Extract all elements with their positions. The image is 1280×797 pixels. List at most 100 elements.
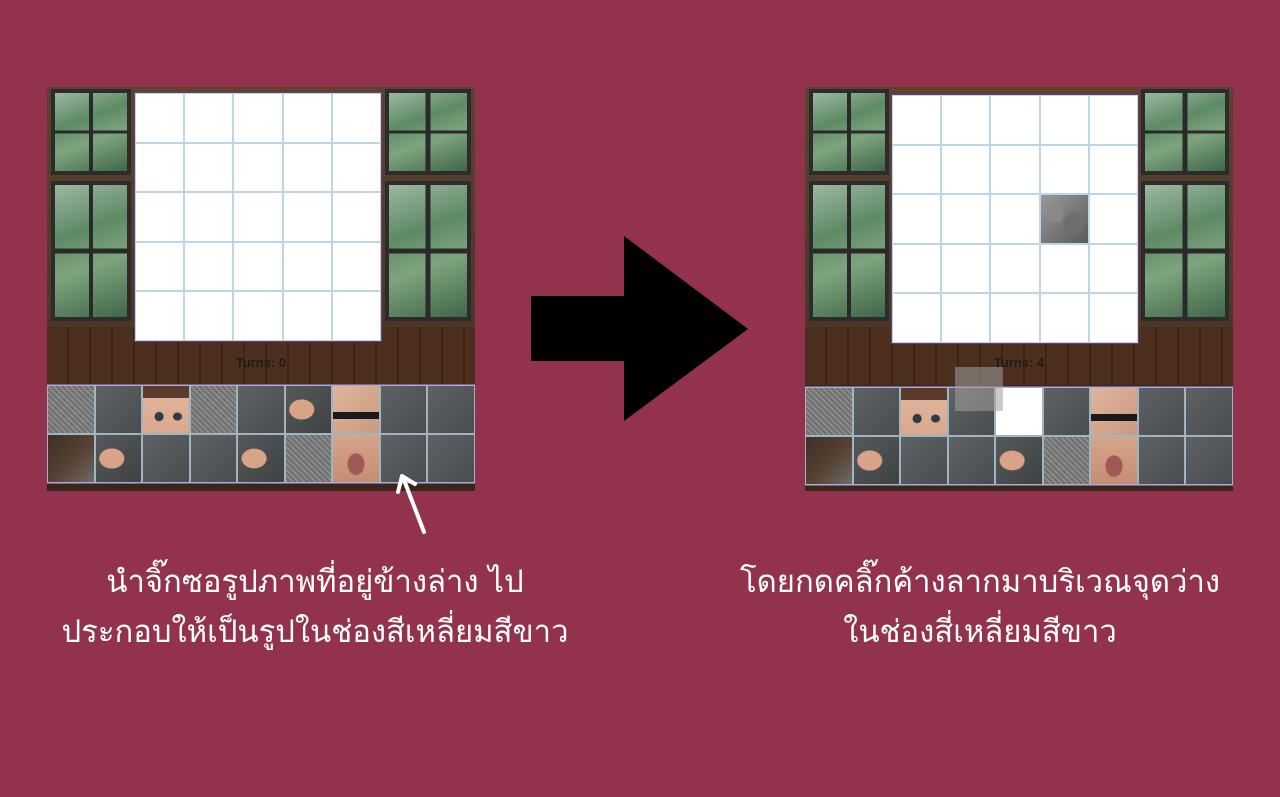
board-cell[interactable] bbox=[282, 93, 332, 143]
puzzle-piece[interactable] bbox=[189, 385, 238, 434]
puzzle-piece[interactable] bbox=[900, 387, 948, 436]
puzzle-piece[interactable] bbox=[47, 385, 95, 434]
board-cell[interactable] bbox=[892, 243, 942, 294]
puzzle-piece[interactable] bbox=[237, 385, 285, 434]
board-cell[interactable] bbox=[331, 241, 381, 292]
board-cell[interactable] bbox=[233, 192, 283, 242]
board-cell[interactable] bbox=[233, 142, 283, 193]
board-cell[interactable] bbox=[184, 241, 234, 292]
board-cell[interactable] bbox=[990, 144, 1040, 195]
caption-line: นำจิ๊กซอรูปภาพที่อยู่ข้างล่าง ไป bbox=[106, 564, 524, 600]
board-cell[interactable] bbox=[331, 93, 381, 143]
board-cell-filled[interactable] bbox=[1039, 194, 1089, 244]
board-cell[interactable] bbox=[990, 194, 1040, 244]
board-cell[interactable] bbox=[941, 194, 991, 244]
puzzle-piece[interactable] bbox=[94, 385, 143, 434]
puzzle-piece[interactable] bbox=[142, 434, 190, 483]
board-cell[interactable] bbox=[233, 93, 283, 143]
puzzle-board[interactable] bbox=[891, 94, 1139, 344]
puzzle-piece[interactable] bbox=[284, 385, 333, 434]
puzzle-piece[interactable] bbox=[1137, 387, 1186, 436]
puzzle-piece[interactable] bbox=[379, 385, 428, 434]
board-cell[interactable] bbox=[135, 241, 185, 292]
puzzle-piece[interactable] bbox=[805, 387, 853, 436]
puzzle-piece[interactable] bbox=[427, 385, 475, 434]
puzzle-piece[interactable] bbox=[189, 434, 238, 483]
puzzle-piece[interactable] bbox=[947, 436, 996, 485]
board-cell[interactable] bbox=[184, 192, 234, 242]
instruction-caption-right: โดยกดคลิ๊กค้างลากมาบริเวณจุดว่าง ในช่องส… bbox=[700, 558, 1260, 657]
board-cell[interactable] bbox=[233, 291, 283, 341]
board-cell[interactable] bbox=[135, 192, 185, 242]
puzzle-piece[interactable] bbox=[1042, 387, 1091, 436]
board-cell[interactable] bbox=[941, 243, 991, 294]
window-left-top bbox=[809, 89, 889, 175]
board-cell[interactable] bbox=[990, 243, 1040, 294]
board-cell[interactable] bbox=[941, 293, 991, 343]
puzzle-piece[interactable] bbox=[1185, 436, 1233, 485]
board-cell[interactable] bbox=[135, 142, 185, 193]
puzzle-piece[interactable] bbox=[805, 436, 853, 485]
board-cell[interactable] bbox=[184, 93, 234, 143]
board-cell[interactable] bbox=[331, 192, 381, 242]
board-cell[interactable] bbox=[941, 95, 991, 145]
puzzle-piece[interactable] bbox=[332, 434, 380, 483]
puzzle-piece[interactable] bbox=[1090, 387, 1138, 436]
board-cell[interactable] bbox=[1039, 144, 1089, 195]
window-left-bottom bbox=[51, 181, 131, 321]
board-cell[interactable] bbox=[184, 291, 234, 341]
board-cell[interactable] bbox=[282, 192, 332, 242]
puzzle-piece[interactable] bbox=[995, 436, 1043, 485]
puzzle-piece[interactable] bbox=[852, 436, 901, 485]
dragged-piece-ghost bbox=[955, 367, 1003, 411]
board-cell[interactable] bbox=[331, 291, 381, 341]
board-cell[interactable] bbox=[135, 291, 185, 341]
black-right-arrow-icon bbox=[531, 236, 748, 421]
puzzle-piece[interactable] bbox=[1137, 436, 1186, 485]
board-cell[interactable] bbox=[331, 142, 381, 193]
window-right-bottom bbox=[385, 181, 471, 321]
puzzle-piece[interactable] bbox=[1090, 436, 1138, 485]
window-left-top bbox=[51, 89, 131, 175]
puzzle-piece[interactable] bbox=[237, 434, 285, 483]
board-cell[interactable] bbox=[892, 144, 942, 195]
window-right-top bbox=[385, 89, 471, 175]
puzzle-piece[interactable] bbox=[284, 434, 333, 483]
board-cell[interactable] bbox=[892, 194, 942, 244]
board-cell[interactable] bbox=[1088, 194, 1138, 244]
board-cell[interactable] bbox=[184, 142, 234, 193]
board-cell[interactable] bbox=[892, 95, 942, 145]
board-cell[interactable] bbox=[1039, 243, 1089, 294]
board-cell[interactable] bbox=[135, 93, 185, 143]
puzzle-game-before: Turns: 0 bbox=[47, 87, 475, 491]
board-cell[interactable] bbox=[282, 291, 332, 341]
board-cell[interactable] bbox=[1039, 95, 1089, 145]
puzzle-piece[interactable] bbox=[852, 387, 901, 436]
turns-counter: Turns: 0 bbox=[235, 355, 287, 370]
board-cell[interactable] bbox=[1088, 293, 1138, 343]
puzzle-piece[interactable] bbox=[1042, 436, 1091, 485]
board-cell[interactable] bbox=[1039, 293, 1089, 343]
puzzle-piece[interactable] bbox=[142, 385, 190, 434]
board-cell[interactable] bbox=[1088, 95, 1138, 145]
board-cell[interactable] bbox=[941, 144, 991, 195]
board-cell[interactable] bbox=[990, 95, 1040, 145]
board-cell[interactable] bbox=[282, 241, 332, 292]
puzzle-piece[interactable] bbox=[47, 434, 95, 483]
puzzle-piece-tray bbox=[47, 384, 475, 484]
board-cell[interactable] bbox=[282, 142, 332, 193]
puzzle-game-after: Turns: 4 bbox=[805, 87, 1233, 491]
puzzle-piece[interactable] bbox=[332, 385, 380, 434]
puzzle-piece[interactable] bbox=[1185, 387, 1233, 436]
board-cell[interactable] bbox=[233, 241, 283, 292]
caption-line: ประกอบให้เป็นรูปในช่องสีเหลี่ยมสีขาว bbox=[61, 613, 569, 650]
board-cell[interactable] bbox=[892, 293, 942, 343]
puzzle-piece[interactable] bbox=[94, 434, 143, 483]
board-cell[interactable] bbox=[990, 293, 1040, 343]
puzzle-board[interactable] bbox=[134, 92, 382, 342]
puzzle-piece[interactable] bbox=[900, 436, 948, 485]
instruction-caption-left: นำจิ๊กซอรูปภาพที่อยู่ข้างล่าง ไป ประกอบใ… bbox=[20, 558, 610, 657]
board-cell[interactable] bbox=[1088, 144, 1138, 195]
board-cell[interactable] bbox=[1088, 243, 1138, 294]
turns-counter: Turns: 4 bbox=[993, 355, 1045, 370]
